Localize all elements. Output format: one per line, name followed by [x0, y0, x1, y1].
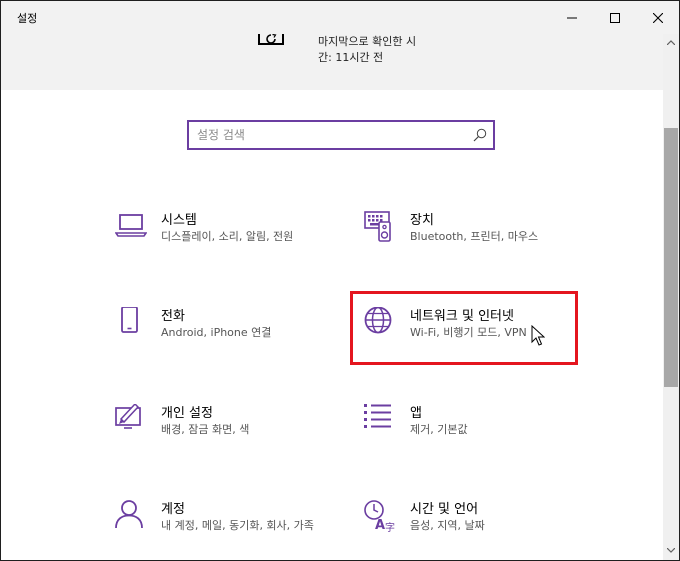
category-accounts[interactable]: 계정 내 계정, 메일, 동기화, 회사, 가족: [115, 500, 355, 560]
category-title: 계정: [161, 502, 185, 517]
category-description: 배경, 잠금 화면, 색: [161, 423, 250, 436]
category-title: 개인 설정: [161, 406, 213, 421]
minimize-button[interactable]: [549, 1, 595, 34]
category-phone[interactable]: 전화 Android, iPhone 연결: [115, 307, 355, 377]
close-icon: [653, 12, 663, 23]
maximize-icon: [610, 12, 620, 23]
personalization-icon: [115, 404, 141, 429]
update-status-banner[interactable]: 마지막으로 확인한 시 간: 11시간 전: [1, 34, 663, 90]
update-status-line1: 마지막으로 확인한 시: [318, 35, 417, 48]
apps-list-icon: [364, 404, 391, 428]
scroll-down-button[interactable]: [663, 544, 679, 556]
scroll-up-button[interactable]: [663, 36, 679, 48]
vertical-scrollbar[interactable]: [663, 34, 679, 560]
search-box[interactable]: [187, 120, 495, 150]
category-apps[interactable]: 앱 제거, 기본값: [364, 404, 604, 474]
settings-window: 설정 마지막으로 확인한 시 간: 11시간 전 설정 검색 시스템 디스플레이…: [0, 0, 680, 561]
category-description: Bluetooth, 프린터, 마우스: [410, 230, 539, 243]
scroll-thumb[interactable]: [664, 128, 678, 387]
category-description: 음성, 지역, 날짜: [410, 519, 485, 532]
phone-icon: [121, 307, 138, 333]
person-icon: [115, 500, 143, 529]
chevron-down-icon: [667, 547, 675, 553]
update-status-text: 마지막으로 확인한 시 간: 11시간 전: [318, 34, 416, 66]
category-description: 디스플레이, 소리, 알림, 전원: [161, 230, 294, 243]
close-button[interactable]: [635, 1, 679, 34]
category-title: 시간 및 언어: [410, 502, 479, 517]
svg-text:字: 字: [385, 521, 395, 532]
category-title: 장치: [410, 213, 434, 228]
minimize-icon: [567, 17, 577, 18]
category-title: 전화: [161, 309, 185, 324]
category-description: Android, iPhone 연결: [161, 326, 272, 339]
category-title: 시스템: [161, 213, 197, 228]
category-time-language[interactable]: A 字 시간 및 언어 음성, 지역, 날짜: [364, 500, 604, 560]
category-system[interactable]: 시스템 디스플레이, 소리, 알림, 전원: [115, 211, 355, 281]
window-title: 설정: [17, 12, 38, 25]
time-language-icon: A 字: [364, 500, 395, 532]
category-personalization[interactable]: 개인 설정 배경, 잠금 화면, 색: [115, 404, 355, 474]
maximize-button[interactable]: [592, 1, 638, 34]
chevron-up-icon: [667, 39, 675, 45]
mouse-pointer-icon: [531, 325, 545, 346]
title-bar[interactable]: 설정: [1, 1, 679, 34]
category-description: 제거, 기본값: [410, 423, 468, 436]
search-input[interactable]: [193, 122, 471, 148]
category-title: 앱: [410, 406, 422, 421]
category-description: 내 계정, 메일, 동기화, 회사, 가족: [161, 519, 314, 532]
update-device-icon: [258, 34, 284, 45]
laptop-icon: [115, 214, 147, 237]
update-status-line2: 간: 11시간 전: [318, 51, 384, 64]
keyboard-speaker-icon: [364, 211, 391, 242]
svg-text:A: A: [375, 518, 385, 532]
category-devices[interactable]: 장치 Bluetooth, 프린터, 마우스: [364, 211, 604, 281]
search-icon[interactable]: [473, 128, 487, 142]
